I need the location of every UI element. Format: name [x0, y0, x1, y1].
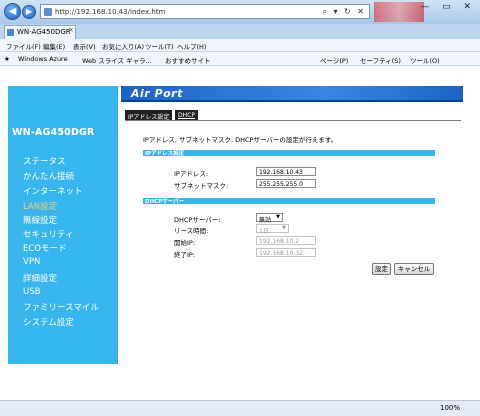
sidebar-item-easy-setup[interactable]: かんたん接続: [23, 170, 74, 182]
address-tools-icon[interactable]: ⌕ ▾ ↻ ✕: [322, 7, 366, 17]
sidebar-item-family-smile[interactable]: ファミリースマイル: [23, 301, 99, 313]
settings-tabs: IPアドレス設定 DHCP: [125, 110, 205, 121]
zoom-level[interactable]: 100%: [440, 404, 460, 412]
subnet-mask-field[interactable]: 255.255.255.0: [256, 179, 316, 188]
header-banner: Air Port: [121, 86, 463, 102]
favicon-icon: [7, 29, 14, 36]
tab-dhcp[interactable]: DHCP: [175, 110, 198, 120]
end-ip-field[interactable]: 192.168.10.32: [256, 248, 316, 257]
cancel-button[interactable]: キャンセル: [394, 263, 434, 275]
chevron-down-icon: ▼: [276, 214, 280, 220]
menu-tools[interactable]: ツール(T): [145, 41, 174, 51]
lease-time-select[interactable]: 1日 ▼: [256, 224, 289, 235]
device-title: WN-AG450DGR: [12, 127, 95, 138]
save-button[interactable]: 設定: [372, 263, 391, 275]
dhcp-server-select[interactable]: 無効 ▼: [256, 213, 283, 224]
ip-address-label: IPアドレス:: [174, 170, 209, 178]
forward-button[interactable]: ▶: [22, 5, 36, 19]
address-bar[interactable]: http://192.168.10.43/index.htm ⌕ ▾ ↻ ✕: [40, 4, 370, 19]
sidebar-item-eco[interactable]: ECOモード: [23, 242, 67, 254]
dhcp-section-header: DHCPサーバー: [143, 198, 435, 205]
favorite-windows-azure[interactable]: Windows Azure: [18, 55, 68, 63]
favorite-web-slice[interactable]: Web スライス ギャラ...: [82, 55, 152, 65]
airport-logo: Air Port: [131, 87, 183, 100]
tab-ip-address[interactable]: IPアドレス設定: [125, 110, 173, 121]
menu-view[interactable]: 表示(V): [73, 41, 96, 51]
sidebar-item-usb[interactable]: USB: [23, 287, 40, 297]
menu-file[interactable]: ファイル(F): [6, 41, 41, 51]
sidebar-item-wireless[interactable]: 無線設定: [23, 214, 57, 226]
content-panel: [117, 86, 464, 364]
subnet-mask-label: サブネットマスク:: [174, 182, 229, 190]
sidebar-item-advanced[interactable]: 詳細設定: [23, 272, 57, 284]
status-bar: 100%: [0, 400, 480, 416]
command-tools[interactable]: ツール(O): [410, 55, 440, 65]
dhcp-server-value: 無効: [259, 217, 272, 224]
address-url: http://192.168.10.43/index.htm: [55, 8, 166, 16]
dhcp-section-title: DHCPサーバー: [145, 199, 185, 205]
menu-help[interactable]: ヘルプ(H): [177, 41, 206, 51]
ip-section-title: IPアドレス設定: [145, 151, 185, 157]
lease-time-label: リース時間:: [174, 227, 209, 235]
menu-favorites[interactable]: お気に入り(A): [102, 41, 144, 51]
sidebar-item-status[interactable]: ステータス: [23, 155, 66, 167]
page-description: IPアドレス, サブネットマスク, DHCPサーバーの設定が行えます。: [143, 136, 338, 144]
ip-section-header: IPアドレス設定: [143, 150, 435, 157]
ip-address-field[interactable]: 192.168.10.43: [256, 167, 316, 176]
browser-tab-title: WN-AG450DGR: [17, 28, 71, 36]
sidebar-item-lan[interactable]: LAN設定: [23, 200, 57, 212]
back-button[interactable]: ◀: [4, 3, 21, 20]
sidebar-item-internet[interactable]: インターネット: [23, 185, 83, 197]
tab-preview: [374, 2, 424, 22]
sidebar-item-system[interactable]: システム設定: [23, 316, 74, 328]
command-safety[interactable]: セーフティ(S): [360, 55, 401, 65]
browser-titlebar: ◀ ▶ http://192.168.10.43/index.htm ⌕ ▾ ↻…: [0, 0, 480, 24]
tab-bar: WN-AG450DGR ×: [0, 24, 480, 39]
sidebar-item-security[interactable]: セキュリティ: [23, 228, 74, 240]
sidebar-item-vpn[interactable]: VPN: [23, 257, 40, 267]
chevron-down-icon: ▼: [282, 225, 286, 231]
start-ip-field[interactable]: 192.168.10.2: [256, 236, 316, 245]
browser-tab[interactable]: WN-AG450DGR: [4, 25, 76, 39]
lease-time-value: 1日: [259, 228, 269, 235]
favorites-bar: ★ Windows Azure Web スライス ギャラ... おすすめサイト …: [0, 52, 480, 66]
window-controls-icon[interactable]: — ▭ ✕: [420, 2, 476, 12]
favorite-suggested-sites[interactable]: おすすめサイト: [165, 55, 211, 65]
end-ip-label: 終了IP:: [174, 251, 196, 259]
page-icon: [44, 8, 52, 16]
tab-divider: [125, 120, 461, 121]
command-page[interactable]: ページ(P): [320, 55, 348, 65]
tab-close-icon[interactable]: ×: [68, 26, 74, 34]
favorites-star-icon[interactable]: ★: [4, 55, 10, 63]
dhcp-server-label: DHCPサーバー:: [174, 216, 221, 224]
start-ip-label: 開始IP:: [174, 239, 196, 247]
menu-edit[interactable]: 編集(E): [43, 41, 65, 51]
menu-bar: ファイル(F) 編集(E) 表示(V) お気に入り(A) ツール(T) ヘルプ(…: [0, 39, 480, 52]
